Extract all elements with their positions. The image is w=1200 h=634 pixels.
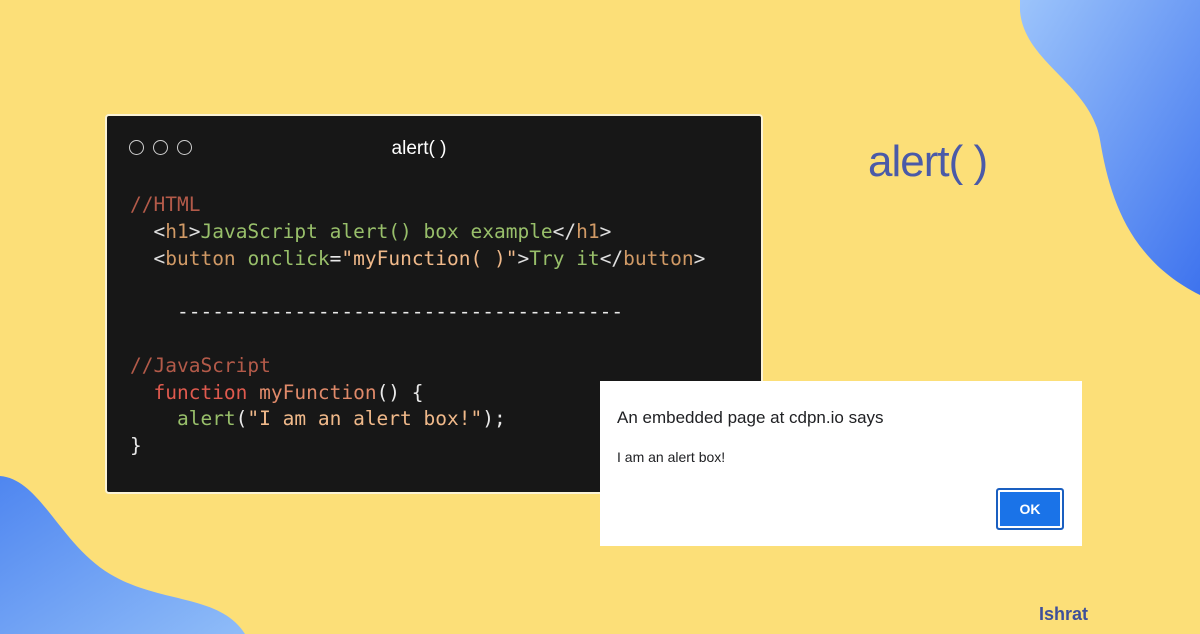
code-alert-close: ); <box>482 407 506 431</box>
author-signature: Ishrat <box>1039 604 1089 624</box>
code-tag-button-close: button <box>623 246 694 270</box>
window-title: alert( ) <box>391 138 447 159</box>
code-tag-h1-close: h1 <box>576 219 600 243</box>
dialog-title: An embedded page at cdpn.io says <box>617 408 884 427</box>
code-button-text: Try it <box>529 246 600 270</box>
code-h1-text: JavaScript alert() box example <box>200 219 553 243</box>
code-tag-h1: h1 <box>165 219 189 243</box>
code-attr-onclick: onclick <box>247 246 330 270</box>
page-heading: alert( ) <box>868 137 988 186</box>
code-function-name: myFunction <box>259 380 377 404</box>
code-comment-html: //HTML <box>130 193 201 216</box>
ok-button[interactable]: OK <box>996 488 1064 530</box>
code-comment-js: //JavaScript <box>130 353 271 377</box>
dialog-message: I am an alert box! <box>617 449 726 465</box>
code-closing-brace: } <box>130 434 142 458</box>
code-separator: -------------------------------------- <box>176 300 624 324</box>
alert-dialog: An embedded page at cdpn.io says I am an… <box>600 381 1082 546</box>
code-function-open: () { <box>376 380 424 404</box>
code-attr-value: "myFunction( )" <box>341 246 518 270</box>
decorative-blob-top-right <box>1020 0 1200 295</box>
code-alert-call: alert <box>176 407 236 431</box>
code-keyword-function: function <box>153 380 248 404</box>
code-alert-arg: "I am an alert box!" <box>247 407 483 431</box>
code-tag-button: button <box>165 246 236 270</box>
decorative-blob-bottom-left <box>0 476 245 634</box>
